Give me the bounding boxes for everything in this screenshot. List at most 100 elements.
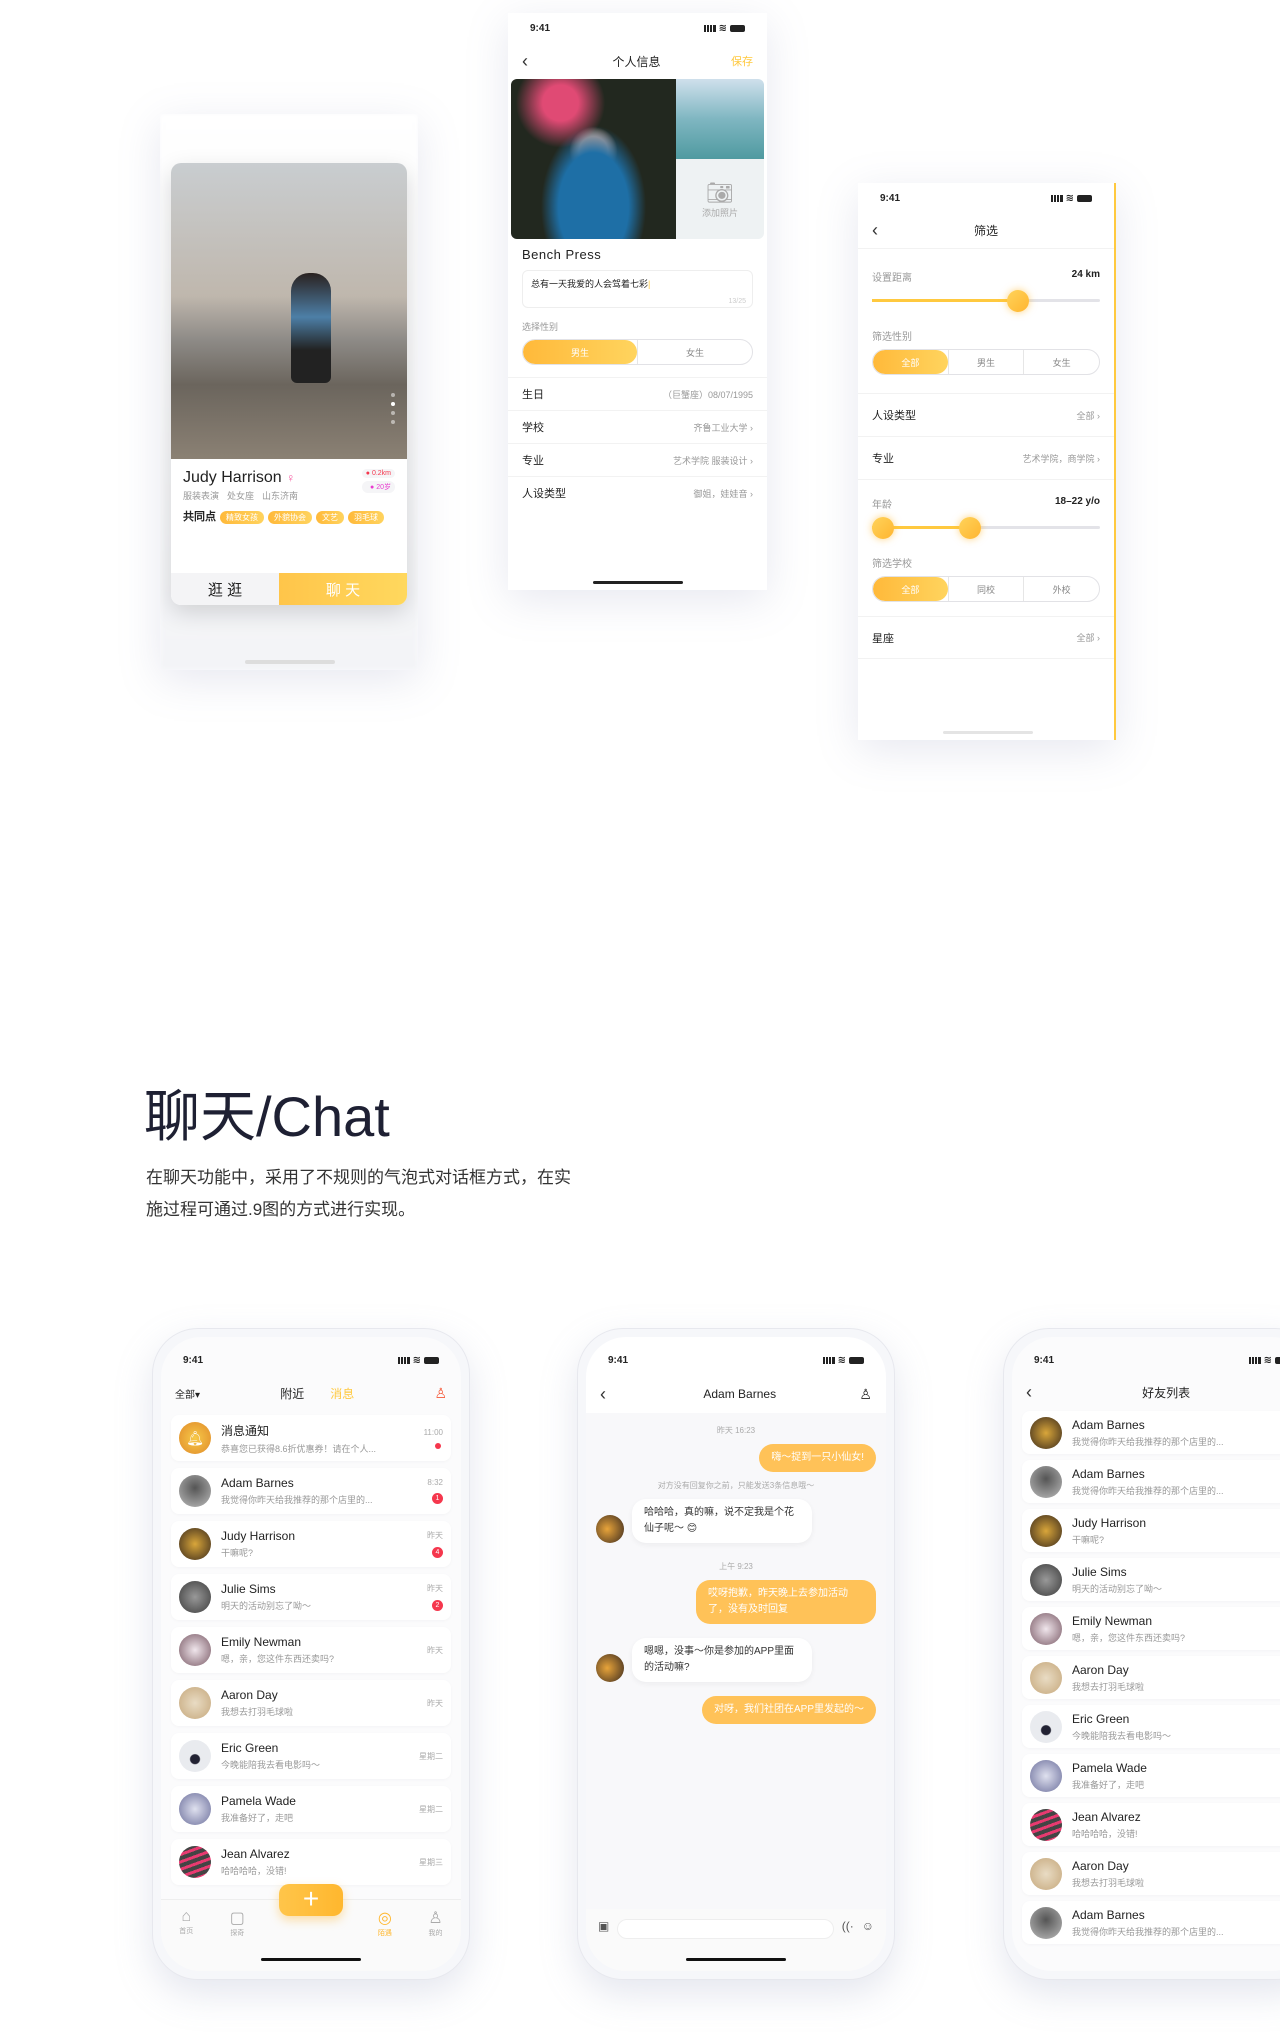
- contact-name: Jean Alvarez: [221, 1847, 290, 1861]
- message-input[interactable]: [617, 1919, 834, 1939]
- back-icon[interactable]: ‹: [600, 1384, 620, 1405]
- filter-option[interactable]: 男生: [947, 350, 1024, 374]
- gender-selector[interactable]: 男生 女生: [522, 339, 753, 365]
- save-button[interactable]: 保存: [731, 53, 753, 69]
- profile-row[interactable]: 专业 艺术学院 服装设计 ›: [508, 443, 767, 476]
- slider-handle-min[interactable]: [872, 517, 894, 539]
- conversation-item[interactable]: Julie Sims 明天的活动别忘了呦～ 昨天 2: [171, 1574, 451, 1620]
- friend-name: Emily Newman: [1072, 1613, 1153, 1628]
- friend-item[interactable]: Adam Barnes 我觉得你昨天给我推荐的那个店里的...: [1022, 1460, 1280, 1503]
- tab-label: 我的: [428, 1930, 443, 1937]
- distance-slider[interactable]: [872, 288, 1100, 312]
- tab-4[interactable]: ♙ 我的: [428, 1908, 442, 1938]
- school-label: 筛选学校: [872, 559, 912, 570]
- filter-option[interactable]: 外校: [1023, 577, 1099, 601]
- photo-indicator-dot[interactable]: [391, 393, 395, 397]
- friend-item[interactable]: Jean Alvarez 哈哈哈哈，没错!: [1022, 1803, 1280, 1846]
- age-label: 年龄: [872, 500, 892, 511]
- row-zodiac[interactable]: 星座 全部 ›: [858, 616, 1114, 659]
- conversation-item[interactable]: Pamela Wade 我准备好了，走吧 星期二: [171, 1786, 451, 1832]
- filter-row[interactable]: 人设类型 全部 ›: [858, 393, 1114, 436]
- tab-nearby[interactable]: 附近: [280, 1385, 304, 1402]
- browse-button[interactable]: 逛 逛: [171, 573, 279, 605]
- message-time: 8:32: [427, 1478, 443, 1487]
- back-icon[interactable]: ‹: [522, 51, 542, 72]
- friend-item[interactable]: Adam Barnes 我觉得你昨天给我推荐的那个店里的...: [1022, 1411, 1280, 1454]
- contact-name: Judy Harrison: [221, 1529, 296, 1543]
- avatar: [179, 1528, 211, 1560]
- friend-item[interactable]: Aaron Day 我想去打羽毛球啦: [1022, 1852, 1280, 1895]
- conversation-item[interactable]: Eric Green 今晚能陪我去看电影吗～ 星期二: [171, 1733, 451, 1779]
- friend-status-text: 我准备好了，走吧: [1072, 1779, 1145, 1790]
- slider-handle-max[interactable]: [959, 517, 982, 539]
- age-badge: ● 20岁: [361, 481, 395, 493]
- filter-dropdown[interactable]: 全部▾: [175, 1386, 200, 1401]
- conversation-item[interactable]: Judy Harrison 干嘛呢? 昨天 4: [171, 1521, 451, 1567]
- avatar[interactable]: [596, 1654, 624, 1682]
- system-notice: 对方没有回复你之前，只能发送3条信息哦～: [657, 1481, 815, 1490]
- info-item: 山东济南: [262, 491, 299, 501]
- status-time: 9:41: [880, 192, 901, 204]
- user-profile-icon[interactable]: ♙: [859, 1386, 872, 1403]
- friend-item[interactable]: Eric Green 今晚能陪我去看电影吗～: [1022, 1705, 1280, 1748]
- gender-option[interactable]: 女生: [637, 340, 752, 364]
- filter-screen: 9:41 ≋ ‹ 筛选 设置距离 24 km 筛选性别 全部 男生 女生 人设类型 全部 ›…: [858, 183, 1116, 740]
- friend-item[interactable]: Emily Newman 嗯，亲，您这件东西还卖吗?: [1022, 1607, 1280, 1650]
- status-icons: ≋: [703, 23, 745, 34]
- filter-option[interactable]: 全部: [873, 577, 948, 601]
- profile-row[interactable]: 人设类型 御姐，娃娃音 ›: [508, 476, 767, 509]
- avatar: [179, 1740, 211, 1772]
- friend-item[interactable]: Julie Sims 明天的活动别忘了呦～: [1022, 1558, 1280, 1601]
- tab-3[interactable]: ◎ 陌遇: [378, 1908, 392, 1938]
- conversation-item[interactable]: Aaron Day 我想去打羽毛球啦 昨天: [171, 1680, 451, 1726]
- tab-messages[interactable]: 消息: [330, 1385, 354, 1402]
- contacts-icon[interactable]: ♙: [434, 1385, 447, 1402]
- filter-option[interactable]: 同校: [947, 577, 1024, 601]
- profile-card[interactable]: Judy Harrison ♀ 服装表演 处女座 山东济南 ● 0.2km ● 20…: [171, 163, 407, 605]
- slider-handle[interactable]: [1006, 290, 1029, 312]
- filter-row[interactable]: 专业 艺术学院，商学院 ›: [858, 436, 1114, 479]
- tab-bar: ⌂ 首页 ▢ 探奇 ◎ 陌遇 ♙ 我的 +: [161, 1884, 461, 1971]
- friend-item[interactable]: Judy Harrison 干嘛呢?: [1022, 1509, 1280, 1552]
- emoji-icon[interactable]: ☺: [862, 1919, 874, 1933]
- unread-badge: 2: [432, 1600, 443, 1611]
- message-preview: 明天的活动别忘了呦～: [221, 1601, 312, 1611]
- image-icon[interactable]: ▣: [598, 1919, 609, 1933]
- photo-indicator-dot[interactable]: [391, 402, 395, 406]
- avatar[interactable]: [596, 1515, 624, 1543]
- add-button[interactable]: +: [279, 1884, 343, 1916]
- school-filter[interactable]: 全部 同校 外校: [872, 576, 1100, 602]
- distance-value: 24 km: [1071, 269, 1100, 280]
- tab-1[interactable]: ▢ 探奇: [230, 1908, 245, 1938]
- back-icon[interactable]: ‹: [872, 220, 892, 241]
- page-title: 好友列表: [1142, 1385, 1191, 1400]
- status-time: 9:41: [183, 1354, 204, 1366]
- friend-item[interactable]: Adam Barnes 我觉得你昨天给我推荐的那个店里的...: [1022, 1901, 1280, 1944]
- chat-button[interactable]: 聊 天: [279, 573, 407, 605]
- gender-option[interactable]: 男生: [523, 340, 637, 364]
- conversation-item[interactable]: 🔔︎ 消息通知 恭喜您已获得8.6折优惠券！请在个人... 11:00: [171, 1415, 451, 1461]
- friend-item[interactable]: Pamela Wade 我准备好了，走吧: [1022, 1754, 1280, 1797]
- filter-option[interactable]: 女生: [1023, 350, 1099, 374]
- voice-icon[interactable]: ((·: [842, 1919, 854, 1933]
- profile-row[interactable]: 学校 齐鲁工业大学 ›: [508, 410, 767, 443]
- gender-filter[interactable]: 全部 男生 女生: [872, 349, 1100, 375]
- avatar: [1030, 1808, 1062, 1841]
- conversation-item[interactable]: Emily Newman 嗯，亲，您这件东西还卖吗? 昨天: [171, 1627, 451, 1673]
- profile-row[interactable]: 生日 （巨蟹座）08/07/1995: [508, 377, 767, 410]
- photo-indicator-dot[interactable]: [391, 411, 395, 415]
- back-icon[interactable]: ‹: [1026, 1382, 1046, 1403]
- conversation-item[interactable]: Adam Barnes 我觉得你昨天给我推荐的那个店里的... 8:32 1: [171, 1468, 451, 1514]
- tab-0[interactable]: ⌂ 首页: [179, 1908, 193, 1938]
- interest-tag: 羽毛球: [348, 511, 384, 524]
- message-preview: 我觉得你昨天给我推荐的那个店里的...: [221, 1495, 373, 1505]
- add-photo-button[interactable]: 📷︎ 添加照片: [676, 159, 764, 239]
- input-bar: ▣ ((· ☺: [586, 1909, 886, 1971]
- contact-name: Pamela Wade: [221, 1794, 296, 1808]
- photo-indicator-dot[interactable]: [391, 420, 395, 424]
- conversation-item[interactable]: Jean Alvarez 哈哈哈哈，没错! 星期三: [171, 1839, 451, 1885]
- friend-item[interactable]: Aaron Day 我想去打羽毛球啦: [1022, 1656, 1280, 1699]
- bio-input[interactable]: 总有一天我爱的人会驾着七彩| 13/25: [522, 270, 753, 308]
- age-slider[interactable]: [872, 515, 1100, 539]
- filter-option[interactable]: 全部: [873, 350, 948, 374]
